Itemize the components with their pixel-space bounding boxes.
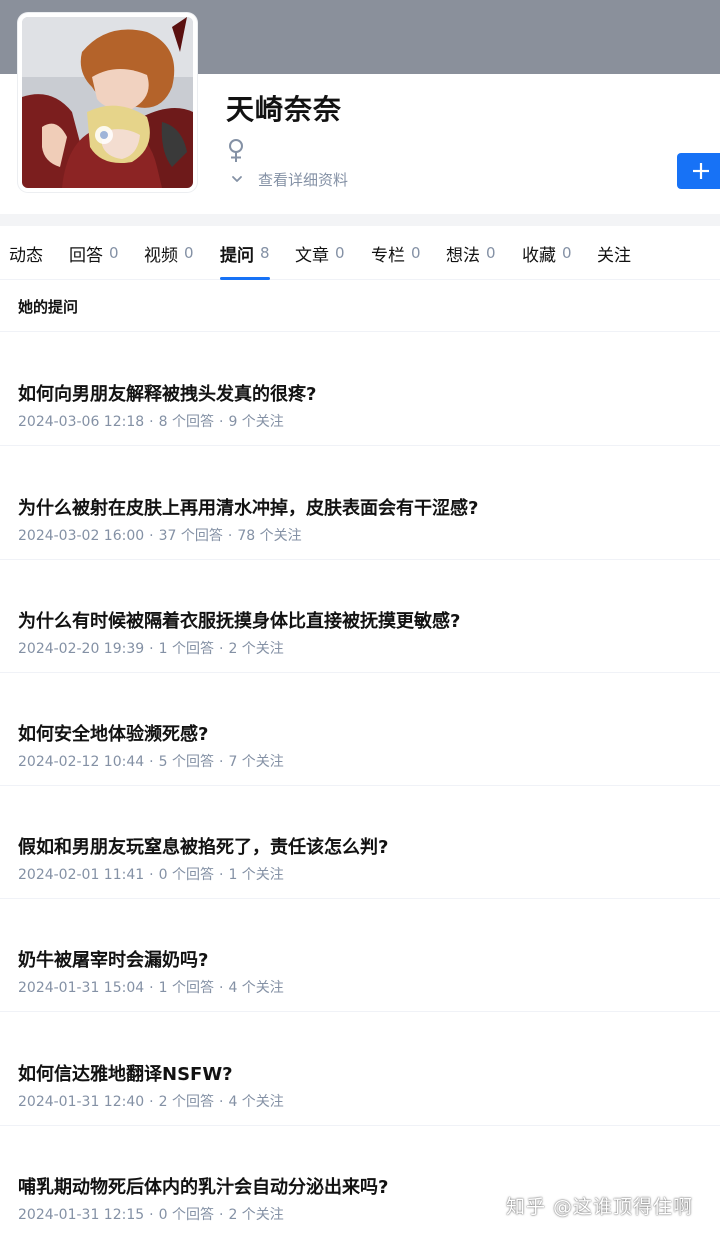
tab-label: 视频: [144, 245, 178, 266]
avatar-image: [22, 17, 193, 188]
tab-articles[interactable]: 文章 0: [295, 226, 345, 280]
tab-thoughts[interactable]: 想法 0: [446, 226, 496, 280]
question-title[interactable]: 奶牛被屠宰时会漏奶吗?: [18, 946, 208, 972]
tab-count: 8: [260, 244, 270, 262]
question-date: 2024-03-06 12:18: [18, 414, 145, 430]
answer-count: 0 个回答: [158, 867, 214, 883]
follower-count: 2 个关注: [228, 641, 284, 657]
view-details-label: 查看详细资料: [258, 170, 349, 189]
tab-count: 0: [335, 244, 345, 262]
question-item[interactable]: 假如和男朋友玩窒息被掐死了，责任该怎么判? 2024-02-01 11:41 · 0…: [0, 786, 720, 899]
question-title[interactable]: 假如和男朋友玩窒息被掐死了，责任该怎么判?: [18, 833, 388, 859]
answer-count: 1 个回答: [158, 980, 214, 996]
tab-activity[interactable]: 动态: [9, 226, 43, 280]
question-item[interactable]: 如何信达雅地翻译NSFW? 2024-01-31 12:40 · 2 个回答 · 4 个…: [0, 1013, 720, 1126]
follower-count: 7 个关注: [228, 754, 284, 770]
question-title[interactable]: 为什么有时候被隔着衣服抚摸身体比直接被抚摸更敏感?: [18, 607, 460, 633]
question-meta: 2024-01-31 12:40 · 2 个回答 · 4 个关注: [18, 1094, 284, 1110]
section-divider: [0, 214, 720, 226]
tab-label: 文章: [295, 245, 329, 266]
question-date: 2024-02-12 10:44: [18, 754, 145, 770]
question-date: 2024-01-31 12:40: [18, 1094, 145, 1110]
tab-label: 想法: [446, 245, 480, 266]
tab-count: 0: [486, 244, 496, 262]
question-title[interactable]: 如何信达雅地翻译NSFW?: [18, 1060, 233, 1086]
question-item[interactable]: 为什么被射在皮肤上再用清水冲掉，皮肤表面会有干涩感? 2024-03-02 16…: [0, 447, 720, 560]
follower-count: 2 个关注: [228, 1207, 284, 1223]
tab-following[interactable]: 关注: [597, 226, 631, 280]
follower-count: 4 个关注: [228, 1094, 284, 1110]
follower-count: 4 个关注: [228, 980, 284, 996]
tab-count: 0: [562, 244, 572, 262]
tab-label: 专栏: [371, 245, 405, 266]
question-title[interactable]: 为什么被射在皮肤上再用清水冲掉，皮肤表面会有干涩感?: [18, 494, 478, 520]
tab-collections[interactable]: 收藏 0: [522, 226, 572, 280]
answer-count: 37 个回答: [158, 528, 223, 544]
tab-questions[interactable]: 提问 8: [220, 226, 270, 280]
section-title: 她的提问: [18, 298, 79, 316]
tab-count: 0: [411, 244, 421, 262]
tab-label: 关注: [597, 245, 631, 266]
question-meta: 2024-02-20 19:39 · 1 个回答 · 2 个关注: [18, 641, 284, 657]
tab-label: 动态: [9, 245, 43, 266]
watermark: 知乎 @这谁顶得住啊: [506, 1196, 694, 1218]
section-header: 她的提问: [0, 280, 720, 332]
follow-button[interactable]: [677, 153, 720, 189]
tab-answers[interactable]: 回答 0: [69, 226, 119, 280]
answer-count: 5 个回答: [158, 754, 214, 770]
question-meta: 2024-01-31 12:15 · 0 个回答 · 2 个关注: [18, 1207, 284, 1223]
question-date: 2024-02-20 19:39: [18, 641, 145, 657]
chevron-down-icon: [232, 176, 242, 182]
tab-label: 回答: [69, 245, 103, 266]
question-item[interactable]: 如何向男朋友解释被拽头发真的很疼? 2024-03-06 12:18 · 8 个回答…: [0, 333, 720, 446]
follower-count: 1 个关注: [228, 867, 284, 883]
answer-count: 0 个回答: [158, 1207, 214, 1223]
view-details-link[interactable]: 查看详细资料: [230, 168, 348, 190]
question-meta: 2024-03-06 12:18 · 8 个回答 · 9 个关注: [18, 414, 284, 430]
question-date: 2024-02-01 11:41: [18, 867, 145, 883]
tab-label: 收藏: [522, 245, 556, 266]
answer-count: 8 个回答: [158, 414, 214, 430]
tab-label: 提问: [220, 245, 254, 266]
answer-count: 1 个回答: [158, 641, 214, 657]
answer-count: 2 个回答: [158, 1094, 214, 1110]
question-meta: 2024-03-02 16:00 · 37 个回答 · 78 个关注: [18, 528, 302, 544]
follower-count: 78 个关注: [237, 528, 302, 544]
question-title[interactable]: 哺乳期动物死后体内的乳汁会自动分泌出来吗?: [18, 1173, 388, 1199]
question-title[interactable]: 如何向男朋友解释被拽头发真的很疼?: [18, 380, 316, 406]
follower-count: 9 个关注: [228, 414, 284, 430]
user-name: 天崎奈奈: [226, 93, 343, 126]
question-date: 2024-03-02 16:00: [18, 528, 145, 544]
plus-icon: [693, 163, 709, 179]
tab-count: 0: [109, 244, 119, 262]
question-title[interactable]: 如何安全地体验濒死感?: [18, 720, 208, 746]
question-item[interactable]: 为什么有时候被隔着衣服抚摸身体比直接被抚摸更敏感? 2024-02-20 19:…: [0, 560, 720, 673]
profile-tabs: 动态 回答 0 视频 0 提问 8 文章 0 专栏 0 想法 0 收藏 0 关注: [0, 226, 720, 280]
question-date: 2024-01-31 12:15: [18, 1207, 145, 1223]
tab-columns[interactable]: 专栏 0: [371, 226, 421, 280]
tab-count: 0: [184, 244, 194, 262]
question-item[interactable]: 奶牛被屠宰时会漏奶吗? 2024-01-31 15:04 · 1 个回答 · 4 个关注: [0, 899, 720, 1012]
question-item[interactable]: 如何安全地体验濒死感? 2024-02-12 10:44 · 5 个回答 · 7 个关注: [0, 673, 720, 786]
avatar[interactable]: [18, 13, 197, 192]
question-meta: 2024-01-31 15:04 · 1 个回答 · 4 个关注: [18, 980, 284, 996]
female-icon: [229, 139, 243, 162]
question-meta: 2024-02-12 10:44 · 5 个回答 · 7 个关注: [18, 754, 284, 770]
tab-videos[interactable]: 视频 0: [144, 226, 194, 280]
question-date: 2024-01-31 15:04: [18, 980, 145, 996]
question-meta: 2024-02-01 11:41 · 0 个回答 · 1 个关注: [18, 867, 284, 883]
